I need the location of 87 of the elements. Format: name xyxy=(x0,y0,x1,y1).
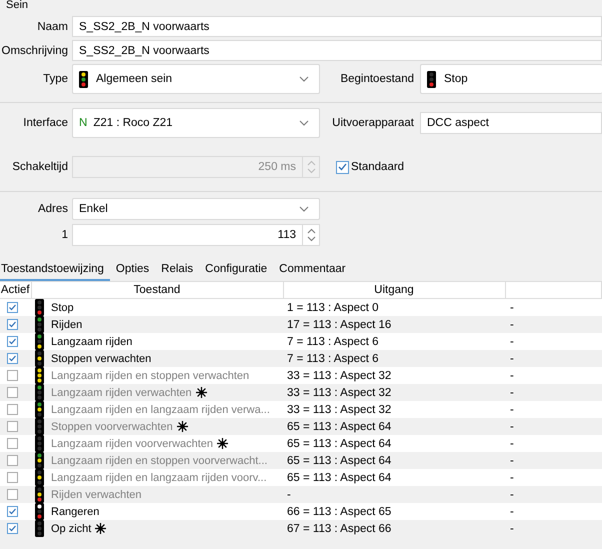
group-title: Sein xyxy=(5,0,30,9)
checkbox[interactable] xyxy=(7,302,18,313)
table-cell-text: - xyxy=(509,522,514,534)
checkbox[interactable] xyxy=(7,472,18,483)
checkbox[interactable] xyxy=(7,506,18,517)
table-cell: Langzaam rijden en stoppen voorverwacht... xyxy=(51,454,268,466)
table-cell-text: 67 = 113 : Aspect 66 xyxy=(286,522,392,534)
table-cell: Langzaam rijden en langzaam rijden voorv... xyxy=(51,472,267,484)
tab[interactable]: Configuratie xyxy=(199,260,274,281)
table-cell-text: 7 = 113 : Aspect 6 xyxy=(286,352,379,364)
chevron-down-icon xyxy=(299,76,309,82)
field-label: Uitvoerapparaat xyxy=(331,117,414,129)
field-label: Type xyxy=(42,73,68,85)
field-label: 1 xyxy=(60,229,68,241)
table-cell-text: - xyxy=(286,488,291,500)
column-header[interactable]: Uitgang xyxy=(283,282,505,298)
interface-dropdown[interactable]: N Z21 : Roco Z21 xyxy=(72,108,320,138)
table-cell-text: - xyxy=(509,302,514,314)
table-cell-text: 65 = 113 : Aspect 64 xyxy=(286,438,392,450)
field-label: Begintoestand xyxy=(339,73,414,85)
checkbox-label: Standaard xyxy=(351,161,404,173)
table-cell-text: - xyxy=(509,506,514,518)
field-label: Omschrijving xyxy=(0,44,68,56)
table-cell-text: 66 = 113 : Aspect 65 xyxy=(286,506,392,518)
chevron-down-icon xyxy=(299,120,309,126)
checkbox[interactable] xyxy=(7,523,18,534)
checkbox[interactable] xyxy=(7,489,18,500)
table-cell: Langzaam rijden en stoppen verwachten xyxy=(51,370,250,382)
checkbox[interactable] xyxy=(7,319,18,330)
tab[interactable]: Commentaar xyxy=(273,260,352,281)
table-cell-text: 17 = 113 : Aspect 16 xyxy=(286,318,392,330)
tab[interactable]: Opties xyxy=(110,260,156,281)
field-label: Naam xyxy=(36,20,68,32)
checkbox[interactable] xyxy=(7,387,18,398)
table-cell-text: - xyxy=(509,454,514,466)
initial-state-dropdown[interactable]: Stop xyxy=(420,64,602,94)
checkbox[interactable] xyxy=(7,455,18,466)
checkbox[interactable] xyxy=(7,336,18,347)
table-cell: Rijden xyxy=(51,318,82,330)
description-field[interactable]: S_SS2_2B_N voorwaarts xyxy=(72,40,602,61)
table-cell-text: 33 = 113 : Aspect 32 xyxy=(286,404,392,416)
table-cell-text: - xyxy=(509,472,514,484)
table-cell-text: - xyxy=(509,488,514,500)
table-cell: Stoppen voorverwachten xyxy=(51,420,173,432)
address-number-field[interactable]: 113 xyxy=(72,224,320,246)
field-label: Interface xyxy=(22,117,68,129)
table-cell-text: - xyxy=(509,420,514,432)
table-cell-text: - xyxy=(509,370,514,382)
table-cell-text: - xyxy=(509,318,514,330)
table-cell: Langzaam rijden verwachten xyxy=(51,386,192,398)
table-cell-text: 33 = 113 : Aspect 32 xyxy=(286,370,392,382)
checkbox[interactable] xyxy=(7,421,18,432)
table-cell-text: - xyxy=(509,404,514,416)
checkbox[interactable] xyxy=(7,438,18,449)
table-cell: Rangeren xyxy=(51,506,100,518)
table-cell-text: 33 = 113 : Aspect 32 xyxy=(286,386,392,398)
table-cell: Langzaam rijden xyxy=(51,336,132,348)
column-header[interactable]: Toestand xyxy=(31,282,283,298)
name-field[interactable]: S_SS2_2B_N voorwaarts xyxy=(72,16,602,37)
checkbox[interactable] xyxy=(7,353,18,364)
output-device-field[interactable]: DCC aspect xyxy=(420,112,602,134)
table-cell: Langzaam rijden voorverwachten xyxy=(51,438,214,450)
table-cell-text: 65 = 113 : Aspect 64 xyxy=(286,420,392,432)
table-cell-text: 1 = 113 : Aspect 0 xyxy=(286,302,379,314)
table-cell-text: - xyxy=(509,438,514,450)
column-header[interactable]: Actief xyxy=(0,282,31,298)
tab[interactable]: Relais xyxy=(155,260,200,281)
type-dropdown[interactable]: Algemeen sein xyxy=(72,64,320,94)
checkbox[interactable] xyxy=(336,160,349,174)
checkbox[interactable] xyxy=(7,404,18,415)
table-cell-text: - xyxy=(509,336,514,348)
chevron-down-icon xyxy=(299,206,309,212)
spin-arrows-icon[interactable] xyxy=(306,228,316,242)
table-cell-text: 7 = 113 : Aspect 6 xyxy=(286,336,379,348)
address-dropdown[interactable]: Enkel xyxy=(72,198,320,220)
table-cell: Rijden verwachten xyxy=(51,488,142,500)
table-cell: Langzaam rijden en langzaam rijden verwa... xyxy=(51,404,270,416)
checkbox[interactable] xyxy=(7,370,18,381)
field-label: Schakeltijd xyxy=(11,161,68,173)
table-cell: Stoppen verwachten xyxy=(51,352,152,364)
table-cell-text: 65 = 113 : Aspect 64 xyxy=(286,454,392,466)
table-cell-text: 65 = 113 : Aspect 64 xyxy=(286,472,392,484)
table-cell-text: - xyxy=(509,352,514,364)
field-label: Adres xyxy=(36,203,68,215)
table-cell: Op zicht xyxy=(51,522,92,534)
table-cell-text: - xyxy=(509,386,514,398)
table-cell: Stop xyxy=(51,302,74,314)
